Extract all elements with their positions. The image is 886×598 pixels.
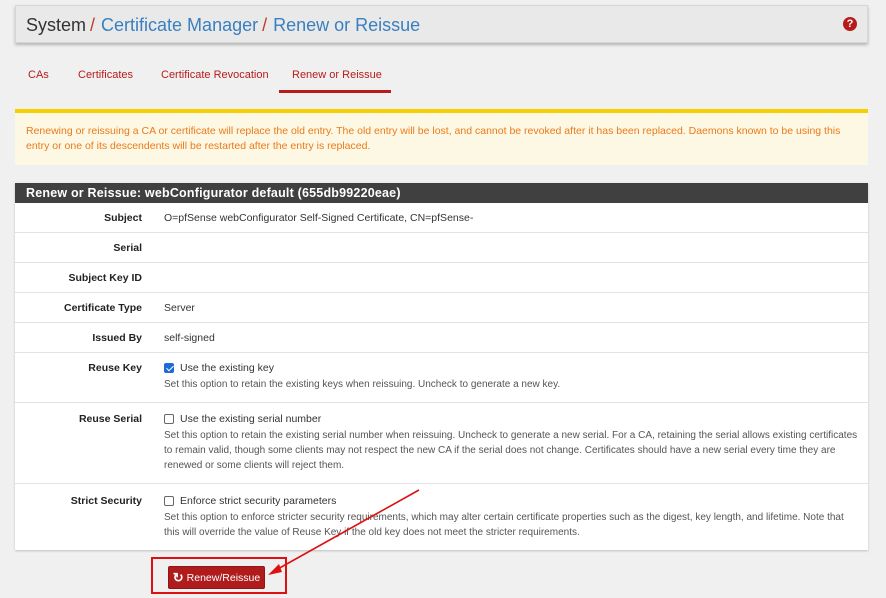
breadcrumb-system[interactable]: System — [26, 15, 86, 35]
help-icon[interactable]: ? — [843, 17, 857, 31]
certificate-type-value: Server — [164, 302, 195, 314]
reuse-key-label: Reuse Key — [88, 362, 142, 374]
reuse-key-help: Set this option to retain the existing k… — [164, 379, 561, 390]
certificate-type-label: Certificate Type — [64, 302, 142, 314]
reuse-serial-row: Reuse Serial Use the existing serial num… — [15, 403, 868, 484]
strict-security-row: Strict Security Enforce strict security … — [15, 484, 868, 550]
panel-title: Renew or Reissue: webConfigurator defaul… — [15, 183, 868, 203]
reuse-key-row: Reuse Key Use the existing key Set this … — [15, 353, 868, 403]
strict-security-label: Strict Security — [70, 495, 142, 507]
annotation-highlight-box — [151, 557, 287, 594]
subject-key-id-row: Subject Key ID — [15, 263, 868, 293]
issued-by-row: Issued By self-signed — [15, 323, 868, 353]
tab-renew-or-reissue[interactable]: Renew or Reissue — [279, 60, 391, 93]
issued-by-label: Issued By — [92, 332, 142, 344]
breadcrumb-renew-or-reissue[interactable]: Renew or Reissue — [273, 15, 420, 35]
breadcrumb-separator: / — [262, 15, 268, 35]
serial-row: Serial — [15, 233, 868, 263]
subject-value: O=pfSense webConfigurator Self-Signed Ce… — [164, 212, 474, 224]
reuse-key-checkbox-label[interactable]: Use the existing key — [180, 362, 274, 374]
tab-certificates[interactable]: Certificates — [65, 60, 146, 93]
subject-row: Subject O=pfSense webConfigurator Self-S… — [15, 203, 868, 233]
reuse-serial-label: Reuse Serial — [78, 413, 142, 425]
warning-alert: Renewing or reissuing a CA or certificat… — [15, 109, 868, 165]
issued-by-value: self-signed — [164, 332, 215, 344]
renew-panel: Renew or Reissue: webConfigurator defaul… — [15, 183, 868, 550]
tab-certificate-revocation[interactable]: Certificate Revocation — [148, 60, 282, 93]
breadcrumb: System / Certificate Manager / Renew or Reis… — [26, 15, 420, 36]
page-header: System / Certificate Manager / Renew or Reis… — [15, 5, 868, 43]
reuse-key-checkbox[interactable] — [164, 363, 174, 373]
breadcrumb-separator: / — [90, 15, 96, 35]
reuse-serial-checkbox-label[interactable]: Use the existing serial number — [180, 413, 321, 425]
strict-security-checkbox[interactable] — [164, 496, 174, 506]
strict-security-checkbox-label[interactable]: Enforce strict security parameters — [180, 495, 336, 507]
tab-cas[interactable]: CAs — [15, 60, 62, 93]
certificate-type-row: Certificate Type Server — [15, 293, 868, 323]
strict-security-help: Set this option to enforce stricter secu… — [164, 512, 844, 538]
reuse-serial-checkbox[interactable] — [164, 414, 174, 424]
serial-label: Serial — [113, 242, 142, 254]
subject-label: Subject — [104, 212, 142, 224]
subject-key-id-label: Subject Key ID — [68, 272, 142, 284]
breadcrumb-certificate-manager[interactable]: Certificate Manager — [101, 15, 258, 35]
reuse-serial-help: Set this option to retain the existing s… — [164, 430, 858, 471]
